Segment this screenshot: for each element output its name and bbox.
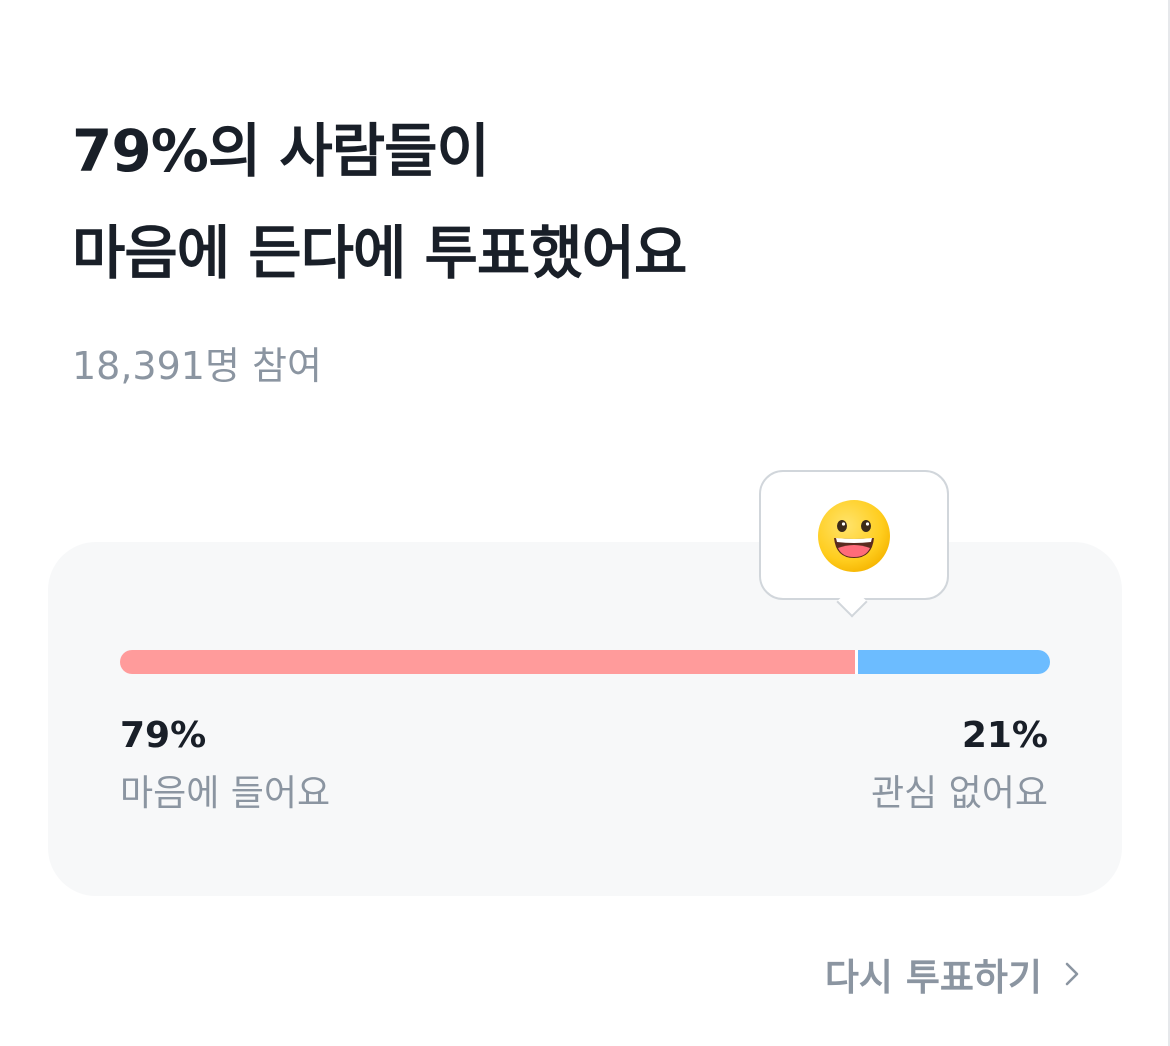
like-label: 마음에 들어요: [120, 773, 331, 814]
headline-line-1: 79%의 사람들이: [72, 117, 490, 185]
result-headline: 79%의 사람들이 마음에 든다에 투표했어요: [72, 100, 972, 304]
chevron-right-icon: [1065, 962, 1079, 986]
revote-button[interactable]: 다시 투표하기: [825, 946, 1084, 1002]
not-interested-label: 관심 없어요: [870, 773, 1048, 814]
headline-line-2: 마음에 든다에 투표했어요: [72, 219, 687, 287]
bar-segment-like: [120, 650, 855, 674]
revote-label: 다시 투표하기: [824, 956, 1042, 999]
not-interested-percent: 21%: [961, 715, 1048, 756]
like-percent: 79%: [120, 715, 207, 756]
bar-segment-not-interested: [857, 650, 1050, 674]
grinning-face-icon: [818, 500, 890, 572]
participant-count: 18,391명 참여: [72, 344, 322, 388]
poll-result-bar: [120, 650, 1050, 674]
